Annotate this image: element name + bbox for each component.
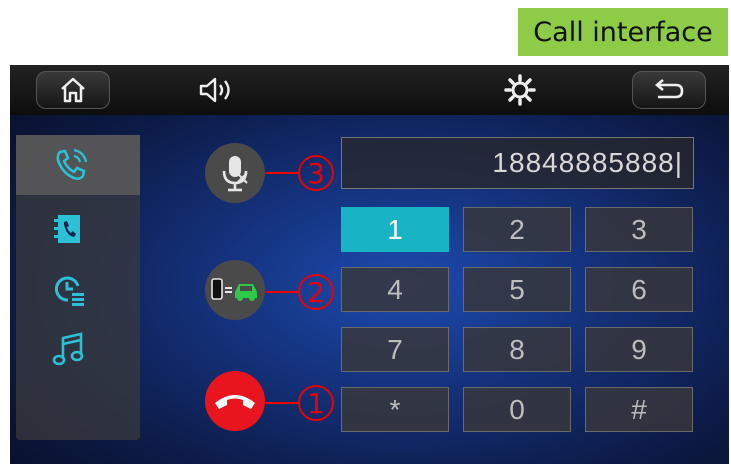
key-7[interactable]: 7	[341, 327, 449, 372]
callout-2: 2	[298, 274, 334, 310]
callout-1: 1	[298, 385, 334, 421]
sidebar-item-history[interactable]	[16, 259, 140, 319]
key-0[interactable]: 0	[463, 387, 571, 432]
call-history-icon	[55, 276, 84, 306]
callout-line-1	[265, 402, 299, 404]
key-1[interactable]: 1	[341, 207, 449, 252]
mic-mute-icon	[222, 156, 248, 192]
settings-icon	[504, 74, 536, 106]
home-button[interactable]	[36, 71, 110, 109]
key-6[interactable]: 6	[585, 267, 693, 312]
hang-up-icon	[215, 395, 255, 409]
key-star[interactable]: *	[341, 387, 449, 432]
dialed-number-display[interactable]: 18848885888|	[341, 137, 694, 189]
mic-mute-button[interactable]	[205, 143, 265, 203]
home-icon	[61, 77, 85, 103]
callout-line-3	[265, 172, 299, 174]
back-button[interactable]	[632, 71, 706, 109]
key-8[interactable]: 8	[463, 327, 571, 372]
dialer-phone-icon	[56, 148, 88, 180]
callout-3: 3	[298, 155, 334, 191]
sidebar-item-music[interactable]	[16, 319, 140, 379]
sidebar	[16, 135, 140, 440]
hang-up-button[interactable]	[205, 371, 265, 431]
key-2[interactable]: 2	[463, 207, 571, 252]
back-icon	[654, 79, 684, 99]
sidebar-item-dialer[interactable]	[16, 135, 140, 195]
sidebar-item-contacts[interactable]	[16, 199, 140, 259]
music-note-icon	[52, 332, 84, 366]
volume-button[interactable]	[192, 73, 242, 107]
key-4[interactable]: 4	[341, 267, 449, 312]
callout-line-2	[265, 291, 299, 293]
settings-button[interactable]	[500, 73, 540, 107]
contacts-book-icon	[54, 215, 80, 243]
volume-icon	[199, 77, 230, 103]
key-hash[interactable]: #	[585, 387, 693, 432]
car-screen: 3 2 1 18848885888| 1 2 3 4 5 6 7 8 9 * 0	[10, 65, 729, 464]
key-5[interactable]: 5	[463, 267, 571, 312]
key-3[interactable]: 3	[585, 207, 693, 252]
top-bar	[10, 65, 729, 115]
phone-car-switch-icon	[211, 278, 257, 301]
caption-label: Call interface	[518, 8, 728, 56]
audio-switch-button[interactable]	[205, 260, 265, 320]
key-9[interactable]: 9	[585, 327, 693, 372]
